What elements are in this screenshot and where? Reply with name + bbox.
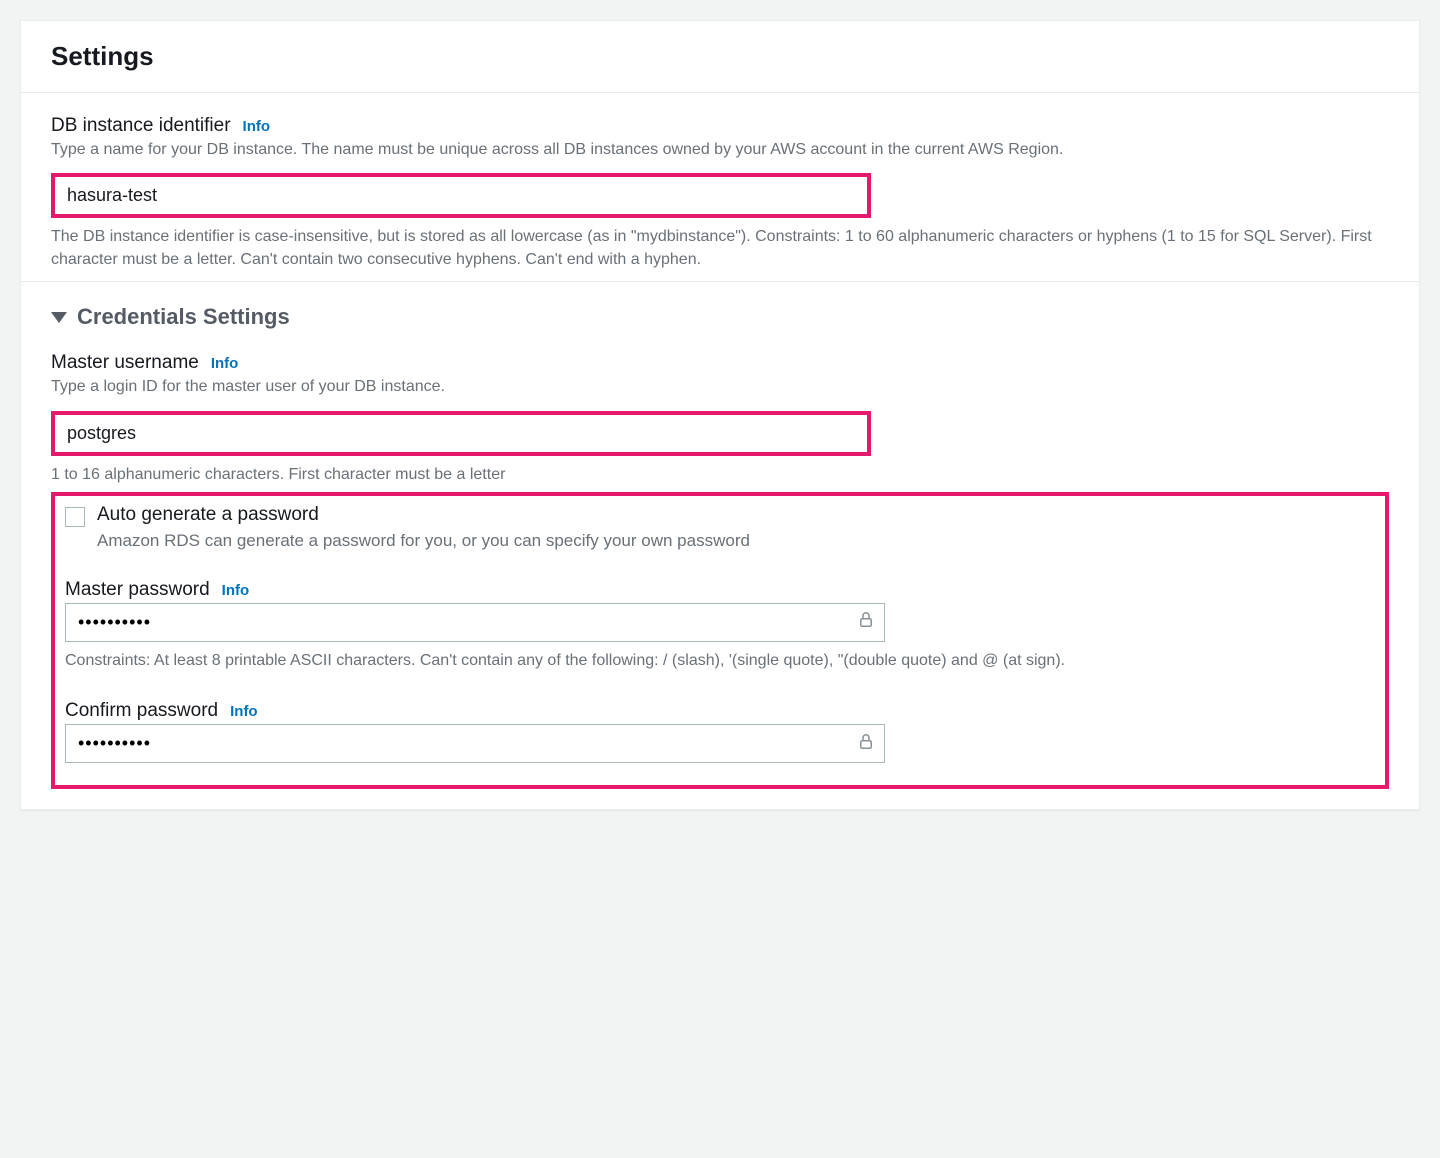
master-username-info-link[interactable]: Info <box>211 355 239 372</box>
db-identifier-desc: Type a name for your DB instance. The na… <box>51 139 1389 161</box>
master-password-info-link[interactable]: Info <box>222 582 250 599</box>
caret-down-icon <box>51 312 67 323</box>
master-username-desc: Type a login ID for the master user of y… <box>51 376 1389 398</box>
confirm-password-label: Confirm password <box>65 700 218 722</box>
db-identifier-section: DB instance identifier Info Type a name … <box>21 93 1419 282</box>
auto-generate-label: Auto generate a password <box>97 504 319 526</box>
db-identifier-constraint: The DB instance identifier is case-insen… <box>51 226 1389 271</box>
credentials-title: Credentials Settings <box>77 304 290 330</box>
master-password-constraint: Constraints: At least 8 printable ASCII … <box>65 650 1375 672</box>
db-identifier-info-link[interactable]: Info <box>243 118 271 135</box>
master-username-input[interactable] <box>55 415 867 452</box>
credentials-toggle[interactable]: Credentials Settings <box>51 304 1389 330</box>
page-title: Settings <box>51 41 1389 72</box>
db-identifier-label: DB instance identifier <box>51 115 231 137</box>
auto-generate-checkbox[interactable] <box>65 507 85 527</box>
settings-panel: Settings DB instance identifier Info Typ… <box>20 20 1420 810</box>
auto-generate-desc: Amazon RDS can generate a password for y… <box>97 531 1375 551</box>
lock-icon <box>857 732 875 755</box>
confirm-password-input[interactable] <box>65 724 885 763</box>
credentials-section: Credentials Settings Master username Inf… <box>21 282 1419 809</box>
confirm-password-info-link[interactable]: Info <box>230 703 258 720</box>
master-username-constraint: 1 to 16 alphanumeric characters. First c… <box>51 464 1389 486</box>
lock-icon <box>857 611 875 634</box>
master-password-label: Master password <box>65 579 210 601</box>
password-group-highlight: Auto generate a password Amazon RDS can … <box>51 492 1389 789</box>
master-username-label: Master username <box>51 352 199 374</box>
panel-header: Settings <box>21 21 1419 93</box>
master-password-input[interactable] <box>65 603 885 642</box>
master-username-highlight <box>51 411 871 456</box>
db-identifier-input[interactable] <box>55 177 867 214</box>
db-identifier-highlight <box>51 173 871 218</box>
